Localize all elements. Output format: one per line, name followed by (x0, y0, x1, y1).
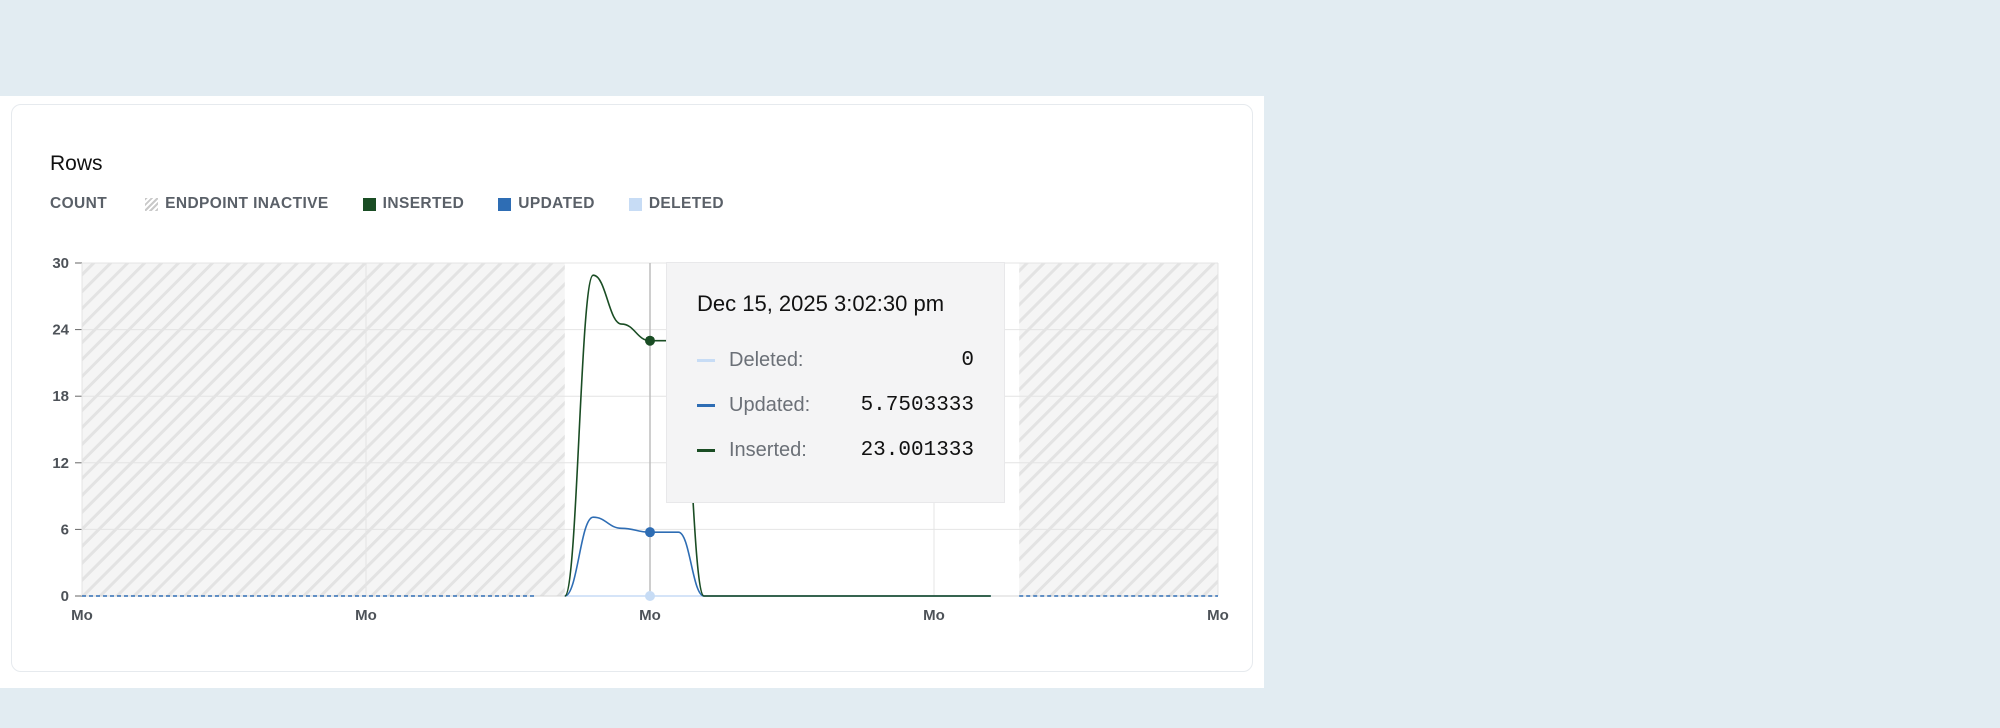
x-tick-label: Mo (1207, 607, 1229, 624)
tooltip-value: 0 (961, 348, 974, 372)
chart-tooltip: Dec 15, 2025 3:02:30 pm Deleted: 0 Updat… (666, 262, 1005, 503)
y-tick-label: 30 (52, 255, 69, 272)
tooltip-value: 23.001333 (860, 438, 974, 462)
y-tick-label: 24 (52, 322, 69, 339)
x-tick-label: Mo (71, 607, 93, 624)
hover-point-updated (645, 527, 655, 538)
x-tick-label: Mo (923, 607, 945, 624)
rows-chart-card: Rows COUNT ENDPOINT INACTIVE INSERTED UP… (11, 104, 1253, 672)
inserted-line-icon (697, 448, 715, 452)
tooltip-value: 5.7503333 (860, 393, 974, 417)
tooltip-row-deleted: Deleted: 0 (697, 345, 974, 375)
tooltip-timestamp: Dec 15, 2025 3:02:30 pm (697, 291, 945, 316)
inactive-region (82, 263, 565, 596)
inactive-region (1019, 263, 1218, 596)
tooltip-row-inserted: Inserted: 23.001333 (697, 435, 974, 465)
tooltip-label: Updated: (729, 393, 811, 416)
x-tick-label: Mo (639, 607, 661, 624)
tooltip-row-updated: Updated: 5.7503333 (697, 390, 974, 420)
y-tick-label: 6 (61, 521, 69, 538)
rows-line-chart[interactable]: 0 6 12 18 24 30 Mo Mo Mo Mo Mo (12, 105, 1254, 673)
y-tick-label: 0 (61, 588, 69, 605)
updated-line-icon (697, 403, 715, 407)
tooltip-label: Deleted: (729, 348, 804, 371)
hover-point-inserted (645, 335, 655, 346)
chart-panel: Rows COUNT ENDPOINT INACTIVE INSERTED UP… (0, 96, 1264, 688)
y-tick-label: 12 (52, 455, 69, 472)
hover-point-deleted (645, 591, 655, 601)
deleted-line-icon (697, 358, 715, 362)
tooltip-label: Inserted: (729, 438, 807, 461)
x-tick-label: Mo (355, 607, 377, 624)
y-tick-label: 18 (52, 388, 69, 405)
